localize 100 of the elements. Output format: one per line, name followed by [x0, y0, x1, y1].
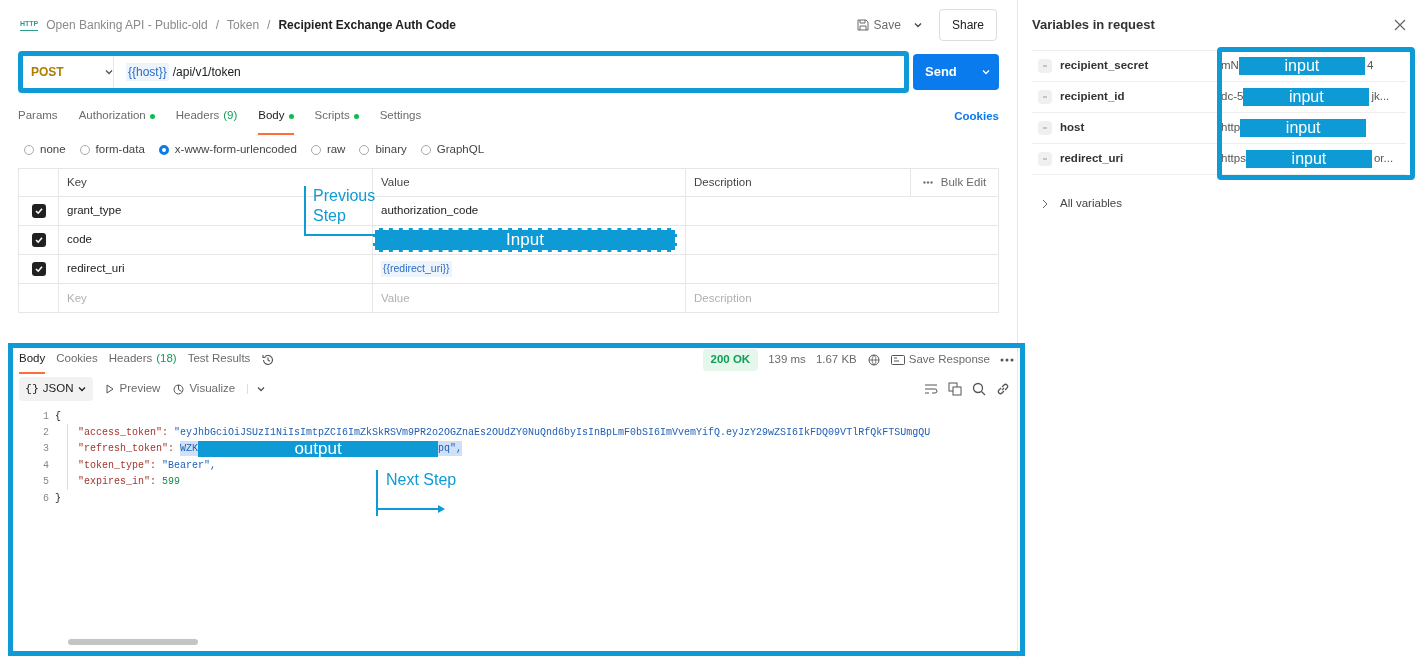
row-checkbox[interactable] — [31, 262, 46, 276]
json-number: 599 — [162, 475, 181, 490]
variable-name: recipient_secret — [1060, 58, 1150, 74]
response-tab[interactable]: Cookies — [56, 346, 98, 374]
body-type-radio[interactable]: raw — [310, 141, 346, 159]
row-checkbox[interactable] — [31, 233, 46, 247]
code-text: } — [55, 491, 61, 506]
caret-icon — [256, 384, 267, 394]
request-tab[interactable]: Authorization — [78, 99, 155, 135]
table-cell: redirect_uri — [67, 262, 125, 275]
save-response-icon — [890, 355, 905, 365]
value-input[interactable]: Value — [372, 284, 685, 312]
panel-title: Variables in request — [1032, 16, 1155, 35]
breadcrumb-separator: / — [267, 17, 271, 34]
minus-icon — [1043, 65, 1047, 67]
variable-name: host — [1060, 120, 1086, 136]
line-number: 5 — [42, 475, 50, 490]
body-type-radio[interactable]: GraphQL — [420, 141, 485, 159]
caret-icon — [77, 384, 88, 394]
json-key: "expires_in": — [78, 474, 156, 490]
json-string: "eyJhbGciOiJSUzI1NiIsImtpZCI6ImZkSkRSVm9PR2o2OGZnaEs2OUdZY0NuQnd6byIsInBpLmF0bSI6ImVvemYifQ.eyJzY29wZSI6IkFDQ09VTlRfQkFTSUmgQU — [174, 426, 931, 441]
close-icon[interactable] — [1394, 19, 1406, 31]
minus-icon — [1043, 158, 1047, 160]
redaction-bar: input — [1245, 150, 1372, 168]
collapse-toggle[interactable] — [1038, 121, 1052, 135]
line-number: 3 — [42, 442, 50, 457]
all-variables-toggle[interactable]: All variables — [1042, 195, 1406, 213]
key-input[interactable]: Key — [59, 284, 372, 312]
share-button[interactable]: Share — [938, 9, 997, 41]
line-number: 6 — [42, 491, 50, 506]
json-key: "access_token": — [78, 425, 168, 441]
request-tab[interactable]: Params — [18, 99, 58, 135]
scrollbar[interactable] — [68, 639, 198, 645]
more-icon — [922, 181, 933, 184]
breadcrumb-link[interactable]: Open Banking API - Public-old — [46, 16, 208, 34]
variable-value: http — [1221, 120, 1241, 136]
breadcrumb-link[interactable]: Token — [227, 16, 260, 34]
body-type-radio[interactable]: x-www-form-urlencoded — [158, 141, 297, 159]
response-tab[interactable]: Headers (18) — [108, 346, 177, 374]
bulk-edit-button[interactable]: Bulk Edit — [910, 169, 998, 196]
checkmark-icon — [33, 264, 44, 274]
body-type-radio[interactable]: form-data — [79, 141, 145, 159]
response-size: 1.67 KB — [815, 352, 857, 368]
request-tab[interactable]: Headers (9) — [175, 99, 238, 135]
body-type-radio[interactable]: binary — [359, 141, 407, 159]
method-dropdown[interactable]: POST — [23, 56, 113, 88]
save-response-button[interactable]: Save Response — [890, 351, 990, 369]
body-type-radio[interactable]: none — [24, 141, 66, 159]
history-icon[interactable] — [261, 353, 276, 367]
redaction-bar: input — [1238, 57, 1365, 75]
response-tab[interactable]: Test Results — [187, 346, 251, 374]
send-button[interactable]: Send — [913, 54, 999, 90]
link-icon[interactable] — [996, 382, 1010, 396]
play-icon — [105, 384, 116, 394]
column-header: Key — [66, 174, 88, 190]
selected-text: pq", — [438, 441, 463, 457]
description-input[interactable]: Description — [685, 284, 998, 312]
collapse-toggle[interactable] — [1038, 152, 1052, 166]
column-header: Description — [685, 169, 910, 196]
code-text: { — [55, 409, 61, 424]
visualize-icon — [172, 382, 186, 396]
variable-tag: {{redirect_uri}} — [381, 261, 452, 277]
wrap-icon[interactable] — [924, 383, 938, 395]
response-time: 139 ms — [768, 352, 806, 368]
more-icon[interactable] — [1000, 358, 1014, 362]
checkmark-icon — [33, 235, 44, 245]
variable-value: https — [1221, 151, 1246, 167]
table-cell-text: authorization_code — [381, 203, 479, 219]
search-icon[interactable] — [972, 382, 986, 396]
caret-icon — [912, 20, 923, 30]
request-title: Recipient Exchange Auth Code — [278, 17, 457, 34]
collapse-toggle[interactable] — [1038, 90, 1052, 104]
variable-value: 4 — [1366, 58, 1374, 74]
caret-icon — [981, 67, 991, 77]
checkmark-icon — [33, 206, 44, 216]
variable-value: or... — [1373, 151, 1394, 167]
request-tab[interactable]: Settings — [379, 99, 422, 135]
request-tab[interactable]: Body — [258, 99, 294, 135]
cookies-link[interactable]: Cookies — [954, 108, 999, 126]
status-badge: 200 OK — [702, 349, 759, 371]
url-input[interactable]: {{host}} /api/v1/token — [113, 56, 904, 88]
visualize-button[interactable]: Visualize — [172, 380, 236, 398]
json-string: "Bearer", — [162, 458, 217, 473]
minus-icon — [1043, 96, 1047, 98]
redaction-bar: input — [1240, 119, 1367, 137]
copy-icon[interactable] — [948, 382, 962, 396]
line-number: 1 — [42, 409, 50, 424]
redaction-bar: output — [198, 440, 439, 457]
table-cell: grant_type — [67, 204, 122, 217]
variable-value: dc-5 — [1221, 89, 1244, 105]
row-checkbox[interactable] — [31, 204, 46, 218]
preview-button[interactable]: Preview — [105, 380, 161, 398]
format-dropdown[interactable]: {} JSON — [19, 377, 94, 401]
globe-icon[interactable] — [866, 353, 881, 367]
request-tab[interactable]: Scripts — [314, 99, 359, 135]
collapse-toggle[interactable] — [1038, 59, 1052, 73]
save-button[interactable]: Save — [851, 16, 905, 34]
redaction-bar: input — [1243, 88, 1370, 106]
line-number: 2 — [42, 426, 50, 441]
response-tab[interactable]: Body — [19, 346, 46, 374]
